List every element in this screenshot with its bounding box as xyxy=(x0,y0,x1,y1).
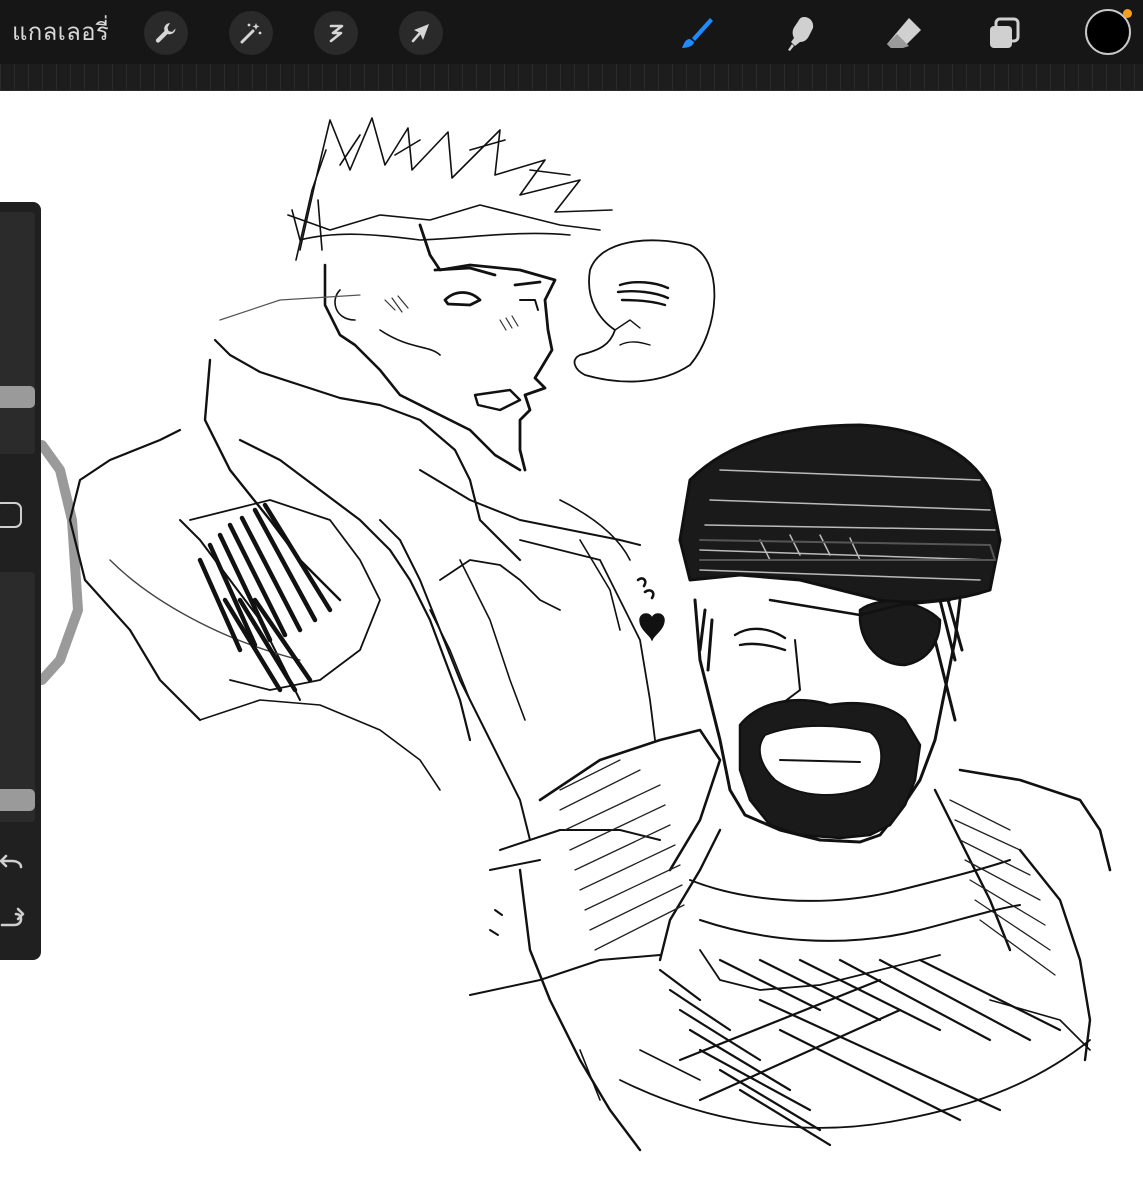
brush-size-thumb[interactable] xyxy=(0,386,35,408)
actions-button[interactable] xyxy=(144,11,188,55)
gallery-button[interactable]: แกลเลอรี่ xyxy=(12,16,109,48)
arrow-cursor-icon xyxy=(411,24,429,43)
transform-button[interactable] xyxy=(399,11,443,55)
redo-button[interactable] xyxy=(0,902,36,938)
brush-sidebar xyxy=(0,202,41,960)
magic-wand-icon xyxy=(240,23,262,44)
smudge-tool-button[interactable] xyxy=(776,10,824,58)
brush-size-slider[interactable] xyxy=(0,212,35,454)
redo-arrow-icon xyxy=(0,907,25,927)
top-toolbar: แกลเลอรี่ xyxy=(0,0,1143,64)
undo-arrow-icon xyxy=(0,854,23,869)
brush-icon xyxy=(682,18,713,48)
layers-icon xyxy=(990,17,1020,48)
wrench-icon xyxy=(155,23,176,43)
eraser-tool-button[interactable] xyxy=(880,10,928,58)
layers-button[interactable] xyxy=(980,10,1028,58)
adjustments-button[interactable] xyxy=(229,11,273,55)
selection-button[interactable] xyxy=(314,11,358,55)
canvas-top-edge xyxy=(0,64,1143,91)
brush-tool-button[interactable] xyxy=(672,10,720,58)
brush-opacity-thumb[interactable] xyxy=(0,789,35,811)
modify-button[interactable] xyxy=(0,502,22,528)
eraser-icon xyxy=(887,18,921,48)
s-curve-icon xyxy=(329,24,344,43)
sketch-artwork xyxy=(37,117,1112,1152)
undo-button[interactable] xyxy=(0,842,36,878)
brush-opacity-slider[interactable] xyxy=(0,572,35,822)
color-indicator-dot xyxy=(1123,9,1132,18)
drawing-canvas[interactable] xyxy=(0,91,1143,1200)
smudge-finger-icon xyxy=(788,17,814,51)
